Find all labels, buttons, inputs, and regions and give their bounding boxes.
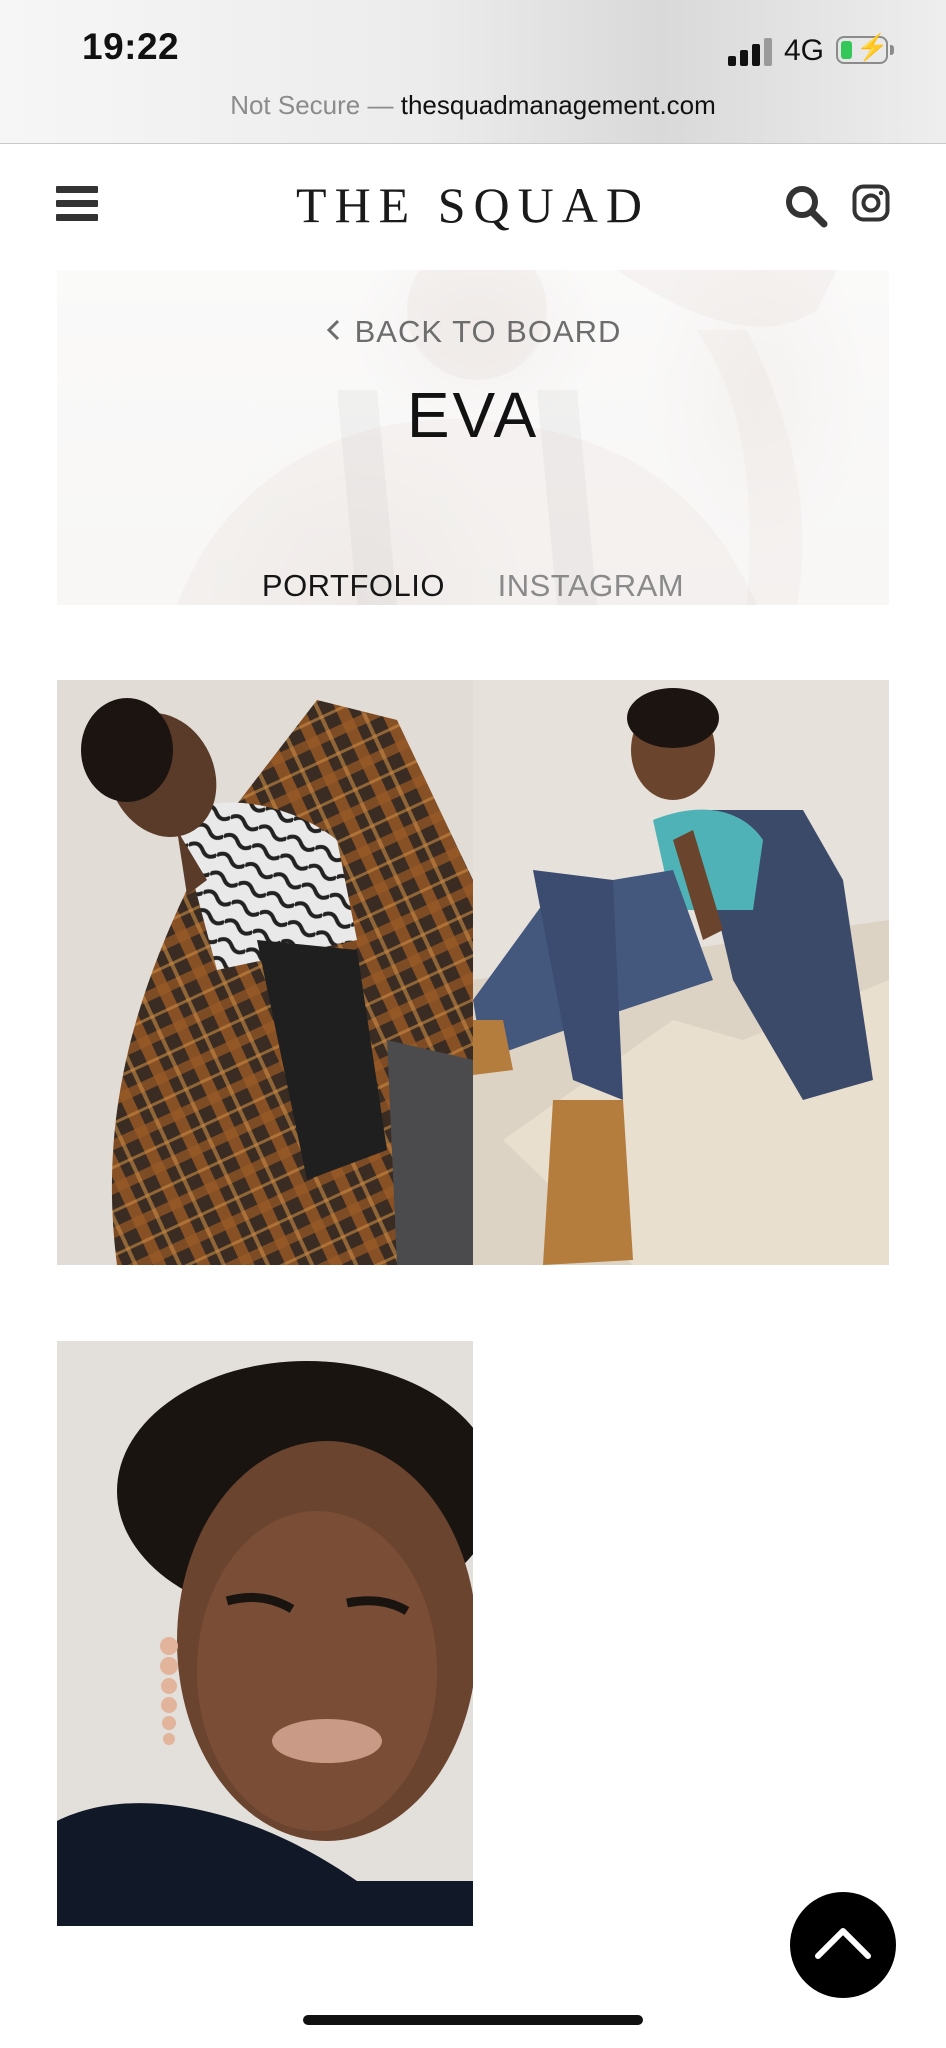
battery-cap <box>890 45 894 55</box>
tab-portfolio[interactable]: PORTFOLIO <box>262 568 445 604</box>
model-name: EVA <box>406 379 540 451</box>
scroll-to-top-button[interactable] <box>790 1892 896 1998</box>
back-to-board-link[interactable]: BACK TO BOARD <box>57 314 889 350</box>
photo-plaid-shirt-illustration <box>57 680 473 1265</box>
url-separator: — <box>360 90 401 120</box>
battery-icon: ⚡ <box>836 34 888 64</box>
url-bar[interactable]: Not Secure — thesquadmanagement.com <box>0 90 946 121</box>
home-indicator[interactable] <box>303 2015 643 2025</box>
security-label: Not Secure <box>230 90 361 120</box>
portfolio-photo-denim[interactable] <box>473 680 889 1265</box>
signal-icon <box>728 38 772 66</box>
search-icon[interactable] <box>784 184 828 228</box>
page: 19:22 4G ⚡ Not Secure — thesquadmanageme… <box>0 0 946 2048</box>
hero-banner: BACK TO BOARD EVA PORTFOLIO INSTAGRAM <box>57 270 889 605</box>
site-header: THE SQUAD <box>0 146 946 266</box>
photo-denim-illustration <box>473 680 889 1265</box>
chevron-left-icon <box>325 316 341 350</box>
browser-chrome: 19:22 4G ⚡ Not Secure — thesquadmanageme… <box>0 0 946 144</box>
instagram-icon[interactable] <box>852 184 890 222</box>
portfolio-photo-plaid-shirt[interactable] <box>57 680 473 1265</box>
network-type: 4G <box>784 34 825 67</box>
tab-instagram[interactable]: INSTAGRAM <box>498 568 685 604</box>
photo-portrait-illustration <box>57 1341 473 1926</box>
portfolio-photo-portrait[interactable] <box>57 1341 473 1926</box>
back-to-board-label: BACK TO BOARD <box>354 314 622 349</box>
status-time: 19:22 <box>82 26 180 67</box>
url-domain: thesquadmanagement.com <box>400 90 716 120</box>
chevron-up-icon <box>815 1928 871 1959</box>
profile-tabs: PORTFOLIO INSTAGRAM <box>57 568 889 604</box>
